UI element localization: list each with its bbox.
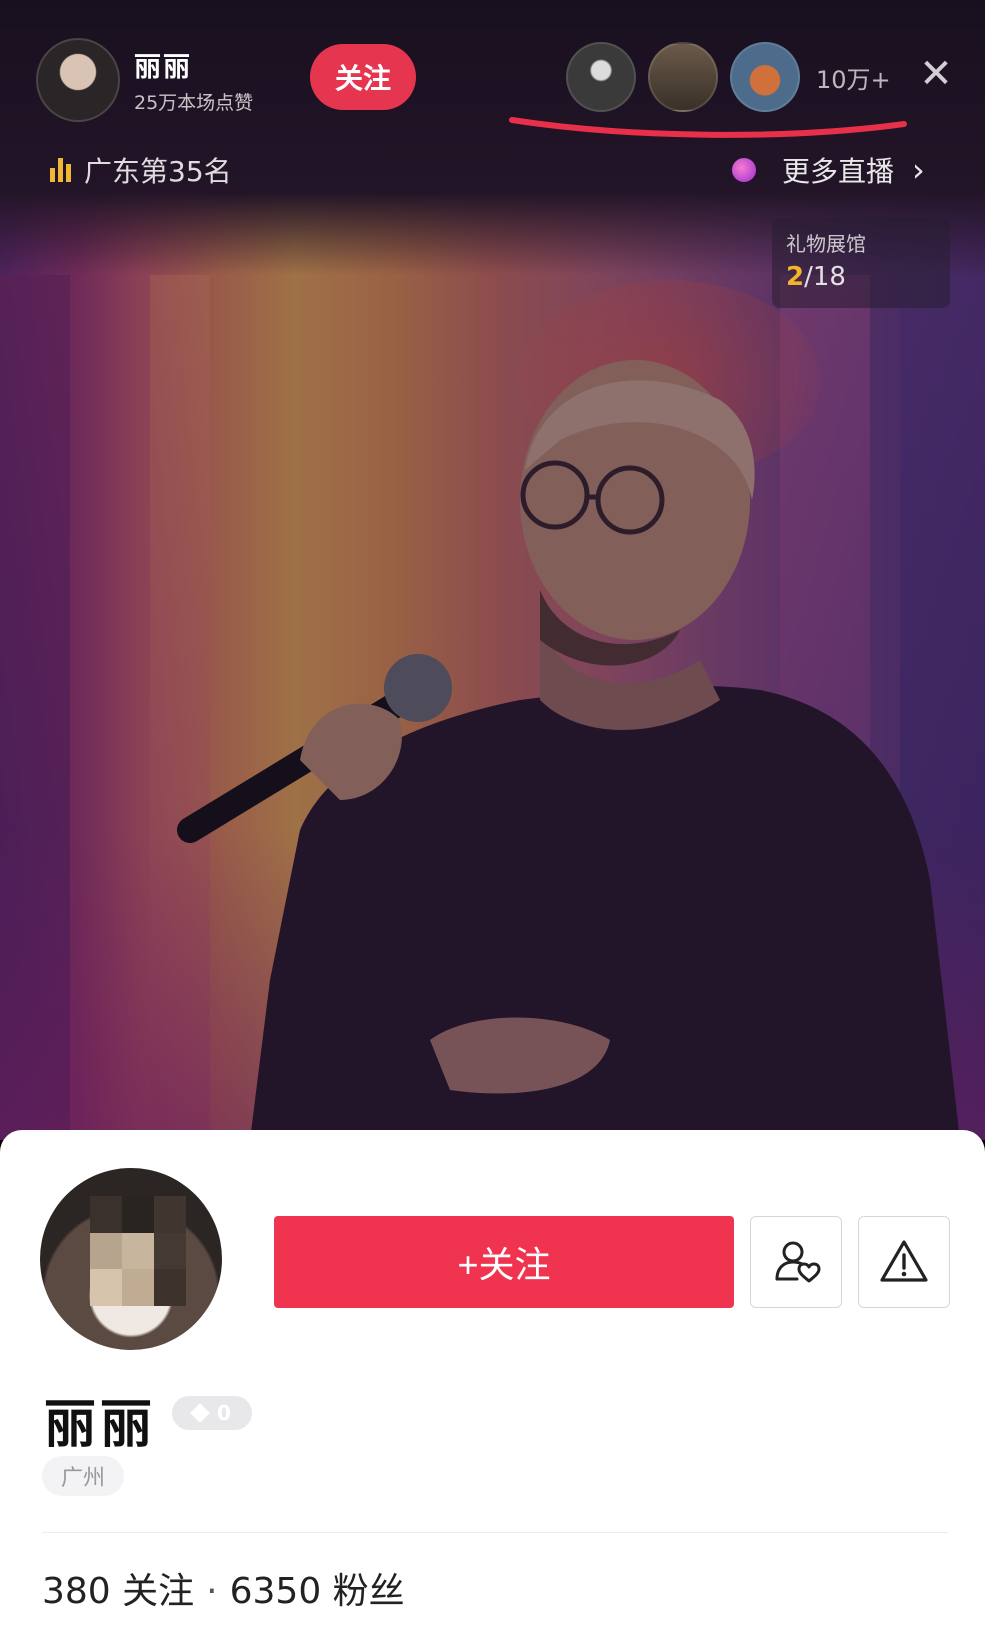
rank-label: 广东第35名: [84, 155, 232, 188]
profile-avatar[interactable]: [40, 1168, 222, 1350]
location-tag: 广州: [42, 1456, 124, 1496]
gift-hall-current: 2: [786, 262, 805, 292]
gift-hall-total: /18: [804, 262, 846, 292]
profile-name: 丽丽: [44, 1395, 157, 1455]
level-badge: 0: [172, 1396, 252, 1430]
host-avatar[interactable]: [36, 38, 120, 122]
user-heart-icon: [775, 1241, 821, 1283]
viewer-count[interactable]: 10万+: [816, 60, 891, 95]
live-orb-icon: [732, 158, 756, 182]
viewer-avatar[interactable]: [648, 42, 718, 112]
stats-separator: ·: [206, 1571, 218, 1612]
diamond-icon: [190, 1403, 210, 1423]
following-count[interactable]: 380 关注: [42, 1571, 194, 1612]
viewer-avatar[interactable]: [730, 42, 800, 112]
more-live-label: 更多直播: [782, 155, 895, 188]
divider: [42, 1532, 948, 1533]
host-name: 丽丽: [134, 52, 192, 83]
annotation-underline: [509, 117, 907, 138]
followers-count[interactable]: 6350 粉丝: [230, 1571, 405, 1612]
gift-hall-progress: 2/18: [786, 262, 846, 292]
more-live-link[interactable]: 更多直播 ›: [732, 150, 925, 190]
avatar-mosaic: [90, 1196, 186, 1306]
profile-sheet: +关注 丽丽 0 广州 380 关注 · 6350 粉丝: [0, 1130, 985, 1636]
host-info: 丽丽 25万本场点赞: [134, 45, 253, 115]
gift-hall-title: 礼物展馆: [786, 232, 866, 256]
follow-host-button[interactable]: 关注: [310, 44, 416, 110]
close-icon[interactable]: ✕: [918, 54, 954, 94]
host-likes: 25万本场点赞: [134, 92, 254, 114]
chevron-right-icon: ›: [912, 151, 925, 189]
gift-hall-widget[interactable]: 礼物展馆 2/18: [772, 218, 950, 308]
warning-icon: [880, 1240, 928, 1282]
viewer-avatar[interactable]: [566, 42, 636, 112]
follow-button[interactable]: +关注: [274, 1216, 734, 1308]
profile-stats: 380 关注 · 6350 粉丝: [42, 1562, 405, 1614]
viewer-list[interactable]: 10万+: [566, 42, 891, 112]
add-friend-button[interactable]: [750, 1216, 842, 1308]
report-button[interactable]: [858, 1216, 950, 1308]
host-card[interactable]: 丽丽 25万本场点赞: [36, 38, 253, 122]
regional-rank[interactable]: 广东第35名: [50, 150, 232, 190]
rank-bars-icon: [50, 158, 74, 182]
live-stream-screen: 丽丽 25万本场点赞 关注 10万+ ✕ 广东第35名 更多直播 › 礼物展馆 …: [0, 0, 985, 1636]
level-value: 0: [217, 1401, 231, 1425]
